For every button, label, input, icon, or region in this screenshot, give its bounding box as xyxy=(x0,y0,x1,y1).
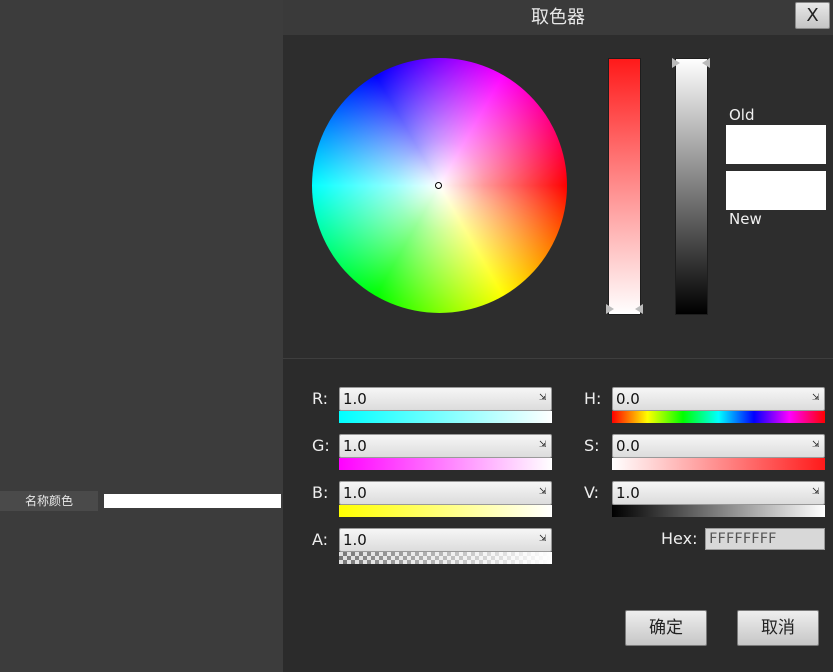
s-input[interactable]: 0.0 ⇲ xyxy=(612,434,825,458)
new-color-swatch xyxy=(726,171,826,210)
g-value: 1.0 xyxy=(343,437,367,455)
s-label: S: xyxy=(584,436,600,455)
hex-input[interactable]: FFFFFFFF xyxy=(705,528,825,550)
resize-arrow-icon[interactable]: ⇲ xyxy=(539,440,548,451)
resize-arrow-icon[interactable]: ⇲ xyxy=(539,393,548,404)
close-button[interactable]: X xyxy=(795,2,830,29)
resize-arrow-icon[interactable]: ⇲ xyxy=(812,440,821,451)
g-gradient[interactable] xyxy=(339,458,552,470)
color-picker-dialog: 取色器 X Old New R: 1.0 ⇲ G: 1.0 ⇲ B: 1.0 ⇲… xyxy=(283,0,833,672)
b-value: 1.0 xyxy=(343,484,367,502)
saturation-marker-right-icon[interactable] xyxy=(635,304,643,314)
a-gradient[interactable] xyxy=(339,552,552,564)
v-label: V: xyxy=(584,483,600,502)
old-color-label: Old xyxy=(729,106,755,124)
ok-button[interactable]: 确定 xyxy=(625,610,707,646)
g-label: G: xyxy=(312,436,330,455)
value-marker-left-icon[interactable] xyxy=(672,58,680,68)
r-gradient[interactable] xyxy=(339,411,552,423)
h-gradient[interactable] xyxy=(612,411,825,423)
b-gradient[interactable] xyxy=(339,505,552,517)
resize-arrow-icon[interactable]: ⇲ xyxy=(812,393,821,404)
r-value: 1.0 xyxy=(343,390,367,408)
new-color-label: New xyxy=(729,210,762,228)
name-color-property-row: 名称颜色 xyxy=(0,491,283,511)
dialog-title: 取色器 xyxy=(531,7,585,28)
saturation-bar[interactable] xyxy=(608,58,641,315)
left-panel: 名称颜色 xyxy=(0,0,283,672)
r-label: R: xyxy=(312,389,329,408)
saturation-marker-left-icon[interactable] xyxy=(606,304,614,314)
dialog-titlebar: 取色器 X xyxy=(283,0,833,35)
value-marker-right-icon[interactable] xyxy=(702,58,710,68)
a-label: A: xyxy=(312,530,329,549)
v-gradient[interactable] xyxy=(612,505,825,517)
h-label: H: xyxy=(584,389,602,408)
old-color-swatch[interactable] xyxy=(726,125,826,164)
name-color-swatch[interactable] xyxy=(104,494,281,508)
a-value: 1.0 xyxy=(343,531,367,549)
separator xyxy=(283,358,833,359)
s-value: 0.0 xyxy=(616,437,640,455)
b-input[interactable]: 1.0 ⇲ xyxy=(339,481,552,505)
name-color-label: 名称颜色 xyxy=(0,491,98,511)
s-gradient[interactable] xyxy=(612,458,825,470)
resize-arrow-icon[interactable]: ⇲ xyxy=(539,487,548,498)
h-value: 0.0 xyxy=(616,390,640,408)
v-input[interactable]: 1.0 ⇲ xyxy=(612,481,825,505)
b-label: B: xyxy=(312,483,329,502)
wheel-cursor[interactable] xyxy=(435,182,442,189)
r-input[interactable]: 1.0 ⇲ xyxy=(339,387,552,411)
h-input[interactable]: 0.0 ⇲ xyxy=(612,387,825,411)
cancel-button[interactable]: 取消 xyxy=(737,610,819,646)
resize-arrow-icon[interactable]: ⇲ xyxy=(812,487,821,498)
v-value: 1.0 xyxy=(616,484,640,502)
resize-arrow-icon[interactable]: ⇲ xyxy=(539,534,548,545)
g-input[interactable]: 1.0 ⇲ xyxy=(339,434,552,458)
hex-label: Hex: xyxy=(661,529,698,548)
value-bar[interactable] xyxy=(675,58,708,315)
a-input[interactable]: 1.0 ⇲ xyxy=(339,528,552,552)
color-wheel[interactable] xyxy=(312,58,567,313)
